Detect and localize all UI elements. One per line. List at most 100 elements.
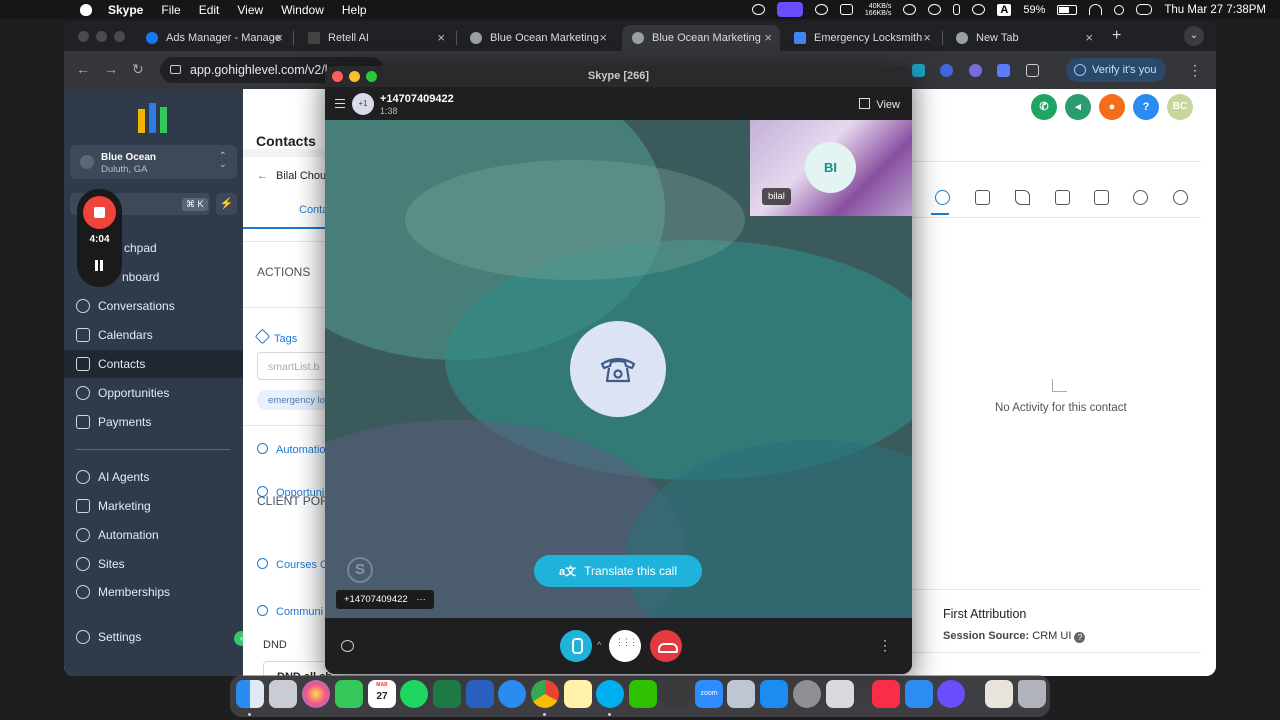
verify-profile-button[interactable]: Verify it's you	[1066, 58, 1166, 82]
puzzle-icon[interactable]	[1026, 64, 1039, 77]
tag-input[interactable]: smartList.b	[257, 352, 333, 380]
avatar[interactable]: BC	[1167, 94, 1193, 120]
translate-call-button[interactable]: a文 Translate this call	[534, 555, 702, 587]
dialpad-button[interactable]	[609, 630, 641, 662]
sidebar-item-calendars[interactable]: Calendars	[64, 321, 243, 349]
gear-status-icon[interactable]	[814, 4, 828, 15]
tab-new-tab[interactable]: New Tab ×	[946, 25, 1101, 51]
pause-recording-button[interactable]	[94, 260, 105, 271]
safari-icon[interactable]	[498, 680, 526, 708]
reload-button[interactable]: ↻	[132, 61, 144, 78]
activity-tab-icon[interactable]	[935, 190, 950, 205]
finder-icon[interactable]	[236, 680, 264, 708]
sidebar-item-marketing[interactable]: Marketing	[64, 492, 243, 520]
tags-label[interactable]: Tags	[257, 331, 297, 345]
chat-icon[interactable]	[341, 640, 354, 652]
search-icon[interactable]	[1114, 4, 1125, 15]
quick-action-bolt-icon[interactable]: ⚡	[216, 193, 237, 215]
extension-icon[interactable]	[969, 64, 982, 77]
tag-chip[interactable]: emergency lo	[257, 390, 333, 410]
wechat-icon[interactable]	[629, 680, 657, 708]
tab-search-button[interactable]: ⌄	[1184, 26, 1204, 46]
sidebar-item-payments[interactable]: Payments	[64, 408, 243, 436]
forward-button[interactable]: →	[104, 61, 118, 77]
apple-menu-icon[interactable]	[80, 3, 92, 16]
zoom-window-button[interactable]	[114, 31, 125, 42]
tab-contact[interactable]: Conta	[299, 204, 328, 216]
automation-section[interactable]: Automatio	[257, 443, 326, 456]
close-icon[interactable]: ×	[599, 30, 607, 45]
close-icon[interactable]: ×	[275, 30, 283, 45]
zoom-icon[interactable]: zoom	[695, 680, 723, 708]
music-icon[interactable]	[872, 680, 900, 708]
excel-icon[interactable]	[433, 680, 461, 708]
extension-icon[interactable]	[940, 64, 953, 77]
facetime-icon[interactable]	[335, 680, 363, 708]
help-icon[interactable]: ?	[1074, 632, 1086, 643]
back-button[interactable]: ←	[76, 61, 90, 77]
close-icon[interactable]: ×	[437, 30, 445, 45]
menubar-app-name[interactable]: Skype	[108, 3, 143, 17]
quicktime-icon[interactable]	[662, 680, 690, 708]
help-button[interactable]: ?	[1133, 94, 1159, 120]
menu-edit[interactable]: Edit	[199, 3, 220, 17]
hang-up-button[interactable]	[650, 630, 682, 662]
preview-icon[interactable]	[727, 680, 755, 708]
site-info-icon[interactable]	[170, 65, 181, 74]
wifi-icon[interactable]	[1089, 4, 1103, 15]
sidebar-item-settings[interactable]: Settings	[64, 623, 243, 651]
menubar-clock[interactable]: Thu Mar 27 7:38PM	[1164, 4, 1266, 16]
close-icon[interactable]: ×	[923, 30, 931, 45]
self-video-tile[interactable]: BI bilal	[750, 120, 912, 216]
utility-icon[interactable]	[826, 680, 854, 708]
workflow-tab-icon[interactable]	[1173, 190, 1188, 205]
location-switcher[interactable]: Blue Ocean Duluth, GA ⌃ ⌄	[70, 145, 237, 179]
documents-tab-icon[interactable]	[1094, 190, 1109, 205]
remote-participant-tile[interactable]	[570, 321, 666, 417]
sidebar-item-automation[interactable]: Automation	[64, 521, 243, 549]
stop-recording-button[interactable]	[83, 196, 116, 229]
tab-retell-ai[interactable]: Retell AI ×	[298, 25, 453, 51]
close-icon[interactable]: ×	[764, 30, 772, 45]
payments-tab-icon[interactable]	[1133, 190, 1148, 205]
caller-chip[interactable]: +14707409422 ···	[336, 590, 434, 609]
sidebar-item-ai-agents[interactable]: AI Agents	[64, 463, 243, 491]
tab-blue-ocean-1[interactable]: Blue Ocean Marketing ×	[460, 25, 615, 51]
app-store-icon[interactable]	[760, 680, 788, 708]
more-icon[interactable]: ···	[416, 594, 426, 605]
extension-icon[interactable]	[997, 64, 1010, 77]
sidebar-item-contacts[interactable]: Contacts	[64, 350, 243, 378]
battery-icon[interactable]	[1057, 4, 1078, 15]
communication-section[interactable]: Communi	[257, 605, 323, 618]
sidebar-item-opportunities[interactable]: Opportunities	[64, 379, 243, 407]
photos-icon[interactable]	[302, 680, 330, 708]
phone-button[interactable]: ✆	[1031, 94, 1057, 120]
view-button[interactable]: View	[859, 98, 900, 111]
appointments-tab-icon[interactable]	[1055, 190, 1070, 205]
sidebar-item-conversations[interactable]: Conversations	[64, 292, 243, 320]
sidebar-item-sites[interactable]: Sites	[64, 550, 243, 578]
tab-emergency-locksmith[interactable]: Emergency Locksmith ×	[784, 25, 939, 51]
caller-avatar[interactable]: +1	[352, 93, 374, 115]
notes-tab-icon[interactable]	[1015, 190, 1030, 205]
menu-icon[interactable]	[335, 99, 345, 108]
close-icon[interactable]: ×	[1085, 30, 1093, 45]
spotify-icon[interactable]	[400, 680, 428, 708]
sidebar-item-memberships[interactable]: Memberships	[64, 578, 243, 606]
checkmark-status-icon[interactable]	[751, 4, 765, 15]
downloads-stack-icon[interactable]	[985, 680, 1013, 708]
calendar-icon[interactable]: MAR 27	[368, 680, 396, 708]
megaphone-button[interactable]: ◂	[1065, 94, 1091, 120]
dnd-all-channels[interactable]: DND all ch	[263, 661, 333, 676]
shield-icon[interactable]	[928, 4, 942, 15]
trash-icon[interactable]	[1018, 680, 1046, 708]
chrome-menu-button[interactable]: ⋮	[1188, 62, 1202, 79]
cat-status-icon[interactable]	[839, 4, 853, 15]
control-center-icon[interactable]	[1136, 4, 1153, 15]
new-tab-button[interactable]: +	[1112, 27, 1121, 45]
chrome-icon[interactable]	[531, 680, 559, 708]
extension-icon[interactable]	[912, 64, 925, 77]
menu-window[interactable]: Window	[281, 3, 324, 17]
chevron-up-icon[interactable]: ^	[597, 640, 601, 650]
star-app-icon[interactable]	[937, 680, 965, 708]
